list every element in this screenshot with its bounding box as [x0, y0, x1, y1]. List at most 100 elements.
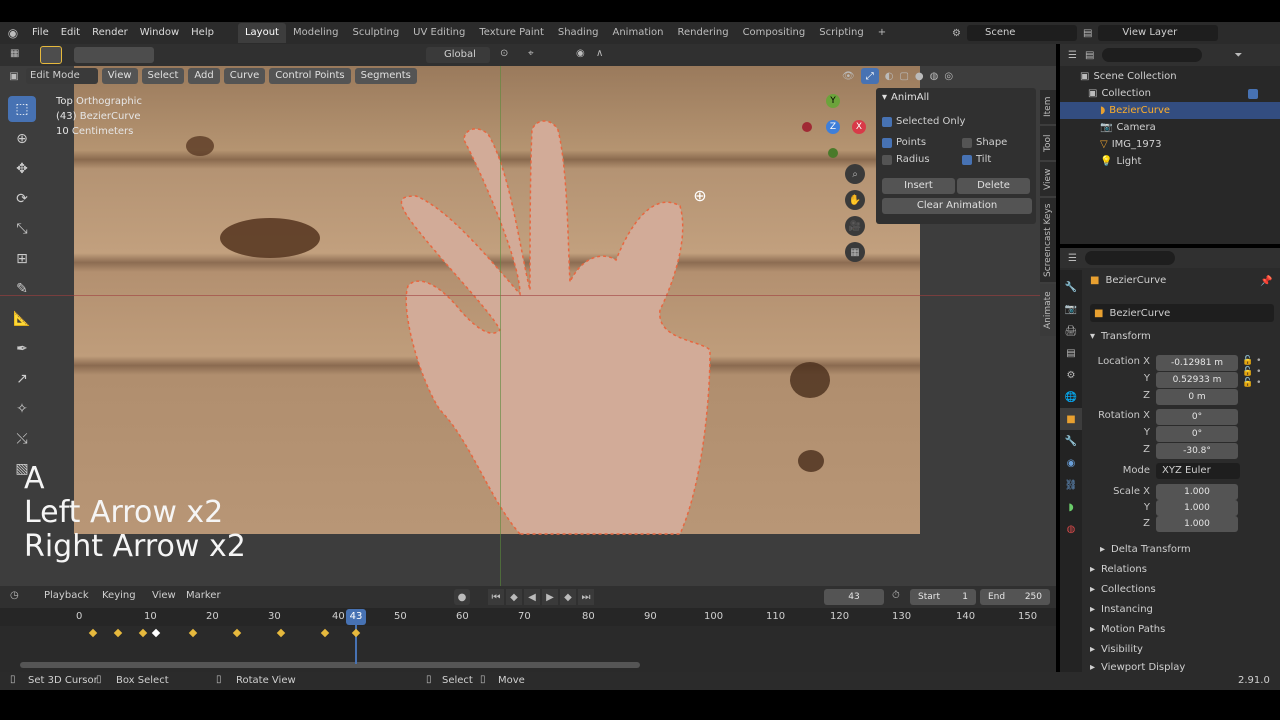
transform-panel-header[interactable]: ▾ Transform [1090, 331, 1151, 342]
lock-icon[interactable]: 🔓 • [1242, 378, 1261, 388]
rotation-x-field[interactable]: 0° [1156, 409, 1238, 425]
camera-icon[interactable]: 🎥 [845, 216, 865, 236]
tab-animate[interactable]: Animate [1040, 284, 1056, 336]
gizmo-toggle-icon[interactable]: ⤢ [860, 68, 879, 84]
start-frame-field[interactable]: Start 1 [910, 589, 976, 605]
shading-solid-icon[interactable]: ● [915, 71, 924, 82]
radius-option[interactable]: Radius [882, 151, 962, 168]
tab-view[interactable]: View [1040, 162, 1056, 196]
tool-tab-icon[interactable]: 🔧 [1060, 276, 1082, 298]
menu-marker[interactable]: Marker [186, 590, 221, 601]
selected-only-option[interactable]: Selected Only [876, 113, 1036, 130]
grid-icon[interactable]: ▦ [845, 242, 865, 262]
gizmo-neg-x[interactable] [802, 122, 812, 132]
blender-logo-icon[interactable]: ◉ [0, 26, 26, 40]
animall-header[interactable]: ▾ AnimAll [876, 88, 1036, 107]
tab-rendering[interactable]: Rendering [670, 23, 735, 43]
tab-scripting[interactable]: Scripting [812, 23, 870, 43]
gizmo-neg-y[interactable] [828, 148, 838, 158]
filter-icon[interactable]: ⏷ [1234, 50, 1242, 61]
motion-paths-section[interactable]: ▸ Motion Paths [1090, 624, 1165, 635]
object-tab-icon[interactable]: ■ [1060, 408, 1082, 430]
tab-shading[interactable]: Shading [551, 23, 606, 43]
select-tool-mode-button[interactable] [40, 46, 62, 64]
tab-uv-editing[interactable]: UV Editing [406, 23, 472, 43]
zoom-icon[interactable]: ⌕ [845, 164, 865, 184]
menu-playback[interactable]: Playback [44, 590, 89, 601]
menu-timeline-view[interactable]: View [152, 590, 176, 601]
visibility-section[interactable]: ▸ Visibility [1090, 644, 1143, 655]
bezier-curve-hand[interactable] [380, 110, 740, 540]
radius-icon[interactable]: ✧ [8, 396, 36, 422]
collection-checkbox[interactable] [1248, 88, 1258, 99]
select-box-icon[interactable]: ⬚ [8, 96, 36, 122]
scale-x-field[interactable]: 1.000 [1156, 484, 1238, 500]
scale-z-field[interactable]: 1.000 [1156, 516, 1238, 532]
preview-range-icon[interactable]: ⏱ [892, 590, 900, 601]
play-icon[interactable]: ▶ [542, 589, 558, 605]
outliner-editor-icon[interactable]: ☰ [1068, 50, 1077, 61]
outliner-img[interactable]: ▽ IMG_1973 [1060, 136, 1280, 153]
tab-sculpting[interactable]: Sculpting [345, 23, 406, 43]
tab-screencast-keys[interactable]: Screencast Keys [1040, 198, 1056, 282]
hand-pan-icon[interactable]: ✋ [845, 190, 865, 210]
gizmo-y-axis[interactable]: Y [826, 94, 840, 108]
measure-icon[interactable]: 📐 [8, 306, 36, 332]
display-mode-icon[interactable]: ▤ [1085, 50, 1094, 61]
pivot-point-icon[interactable]: ⊙ [500, 48, 508, 59]
3d-cursor-icon[interactable]: ⊕ [690, 186, 710, 206]
material-tab-icon[interactable]: ◍ [1060, 518, 1082, 540]
properties-editor-icon[interactable]: ☰ [1068, 253, 1077, 264]
tab-item[interactable]: Item [1040, 90, 1056, 124]
constraints-tab-icon[interactable]: ⛓ [1060, 474, 1082, 496]
outliner-collection[interactable]: ▣ Collection [1060, 85, 1280, 102]
overlay-icon[interactable]: ◐ [885, 71, 894, 82]
tilt-option[interactable]: Tilt [962, 151, 991, 168]
xray-icon[interactable]: ▢ [899, 71, 908, 82]
prev-keyframe-icon[interactable]: ◆ [506, 589, 522, 605]
rotation-y-field[interactable]: 0° [1156, 426, 1238, 442]
hand-curve-outline[interactable] [400, 120, 711, 535]
radius-checkbox[interactable] [882, 154, 892, 165]
outliner-search-input[interactable] [1102, 48, 1203, 62]
menu-curve[interactable]: Curve [223, 68, 266, 84]
menu-add[interactable]: Add [188, 68, 220, 84]
tilt-icon[interactable]: ⤯ [8, 426, 36, 452]
menu-keying[interactable]: Keying [102, 590, 136, 601]
lock-icon[interactable]: 🔓 • [1242, 367, 1261, 377]
output-tab-icon[interactable]: 🖨 [1060, 320, 1082, 342]
tab-tool[interactable]: Tool [1040, 126, 1056, 160]
location-z-field[interactable]: 0 m [1156, 389, 1238, 405]
jump-start-icon[interactable]: ⏮ [488, 589, 504, 605]
delete-keyframe-button[interactable]: Delete [957, 178, 1030, 194]
menu-render[interactable]: Render [86, 22, 134, 44]
tab-layout[interactable]: Layout [237, 23, 286, 43]
relations-section[interactable]: ▸ Relations [1090, 564, 1147, 575]
world-tab-icon[interactable]: 🌐 [1060, 386, 1082, 408]
object-name-field[interactable]: ■ BezierCurve [1090, 304, 1274, 322]
menu-view[interactable]: View [101, 68, 138, 84]
record-icon[interactable]: ● [454, 589, 470, 605]
jump-end-icon[interactable]: ⏭ [578, 589, 594, 605]
physics-tab-icon[interactable]: ◉ [1060, 452, 1082, 474]
lock-icon[interactable]: 🔓 • [1242, 356, 1261, 366]
move-icon[interactable]: ✥ [8, 156, 36, 182]
modifier-tab-icon[interactable]: 🔧 [1060, 430, 1082, 452]
outliner-light[interactable]: 💡 Light [1060, 153, 1280, 170]
menu-file[interactable]: File [26, 22, 55, 44]
insert-keyframe-button[interactable]: Insert [882, 178, 955, 194]
transform-icon[interactable]: ⊞ [8, 246, 36, 272]
points-checkbox[interactable] [882, 137, 892, 148]
rotate-icon[interactable]: ⟳ [8, 186, 36, 212]
select-mode-buttons[interactable] [74, 47, 154, 63]
editor-type-icon[interactable]: ▦ [10, 48, 19, 59]
add-workspace-button[interactable]: + [871, 23, 893, 43]
clear-animation-button[interactable]: Clear Animation [882, 198, 1032, 214]
location-y-field[interactable]: 0.52933 m [1156, 372, 1238, 388]
next-keyframe-icon[interactable]: ◆ [560, 589, 576, 605]
collapse-arrow-icon[interactable]: ▾ [882, 92, 887, 103]
proportional-edit-icon[interactable]: ◉ [576, 48, 585, 59]
tab-texture-paint[interactable]: Texture Paint [472, 23, 551, 43]
tab-compositing[interactable]: Compositing [736, 23, 813, 43]
shading-material-icon[interactable]: ◍ [930, 71, 939, 82]
